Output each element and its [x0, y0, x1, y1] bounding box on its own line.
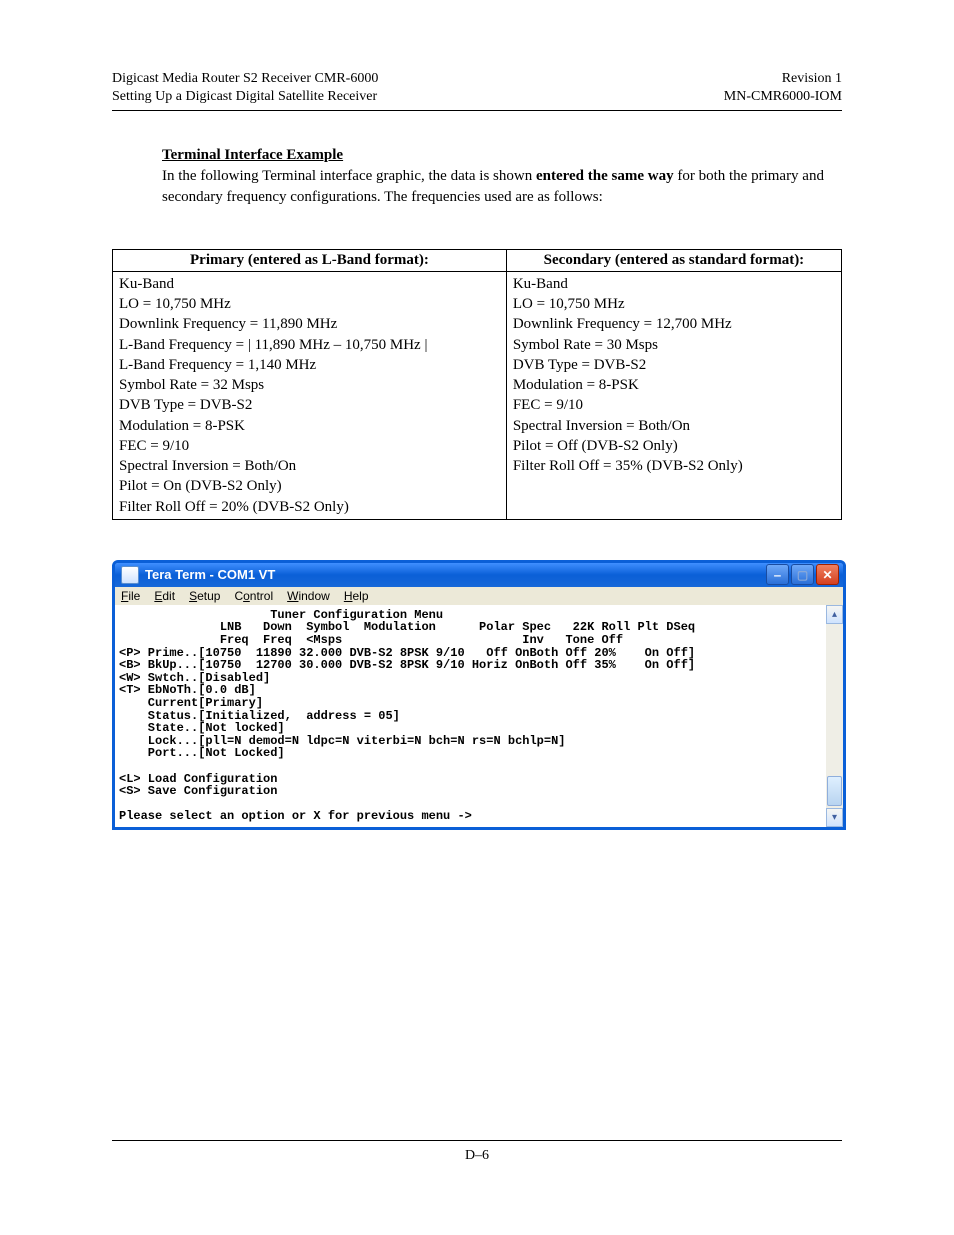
footer-rule	[112, 1140, 842, 1141]
primary-line: Spectral Inversion = Both/On	[119, 456, 500, 476]
primary-header: Primary (entered as L-Band format):	[113, 249, 507, 271]
menu-file[interactable]: File	[121, 589, 140, 603]
scrollbar[interactable]: ▴ ▾	[826, 605, 843, 827]
secondary-line: Modulation = 8-PSK	[513, 375, 835, 395]
primary-line: Ku-Band	[119, 274, 500, 294]
minimize-button[interactable]: ‒	[766, 564, 789, 585]
scroll-thumb[interactable]	[827, 776, 842, 806]
menu-edit[interactable]: Edit	[154, 589, 175, 603]
secondary-cell: Ku-Band LO = 10,750 MHz Downlink Frequen…	[506, 271, 841, 519]
close-button[interactable]: ✕	[816, 564, 839, 585]
window-title: Tera Term - COM1 VT	[145, 567, 766, 582]
secondary-line: FEC = 9/10	[513, 395, 835, 415]
intro-bold: entered the same way	[536, 168, 674, 184]
primary-line: DVB Type = DVB-S2	[119, 395, 500, 415]
primary-line: Filter Roll Off = 20% (DVB-S2 Only)	[119, 497, 500, 517]
secondary-line: LO = 10,750 MHz	[513, 294, 835, 314]
tera-term-window: Tera Term - COM1 VT ‒ ▢ ✕ File Edit Setu…	[112, 560, 846, 830]
menu-window[interactable]: Window	[287, 589, 330, 603]
intro-pre: In the following Terminal interface grap…	[162, 168, 536, 184]
secondary-line: Ku-Band	[513, 274, 835, 294]
page-header: Digicast Media Router S2 Receiver CMR-60…	[112, 70, 842, 106]
terminal-body[interactable]: Tuner Configuration Menu LNB Down Symbol…	[115, 605, 826, 827]
secondary-line: Filter Roll Off = 35% (DVB-S2 Only)	[513, 456, 835, 476]
scroll-track[interactable]	[826, 624, 843, 808]
header-left-line1: Digicast Media Router S2 Receiver CMR-60…	[112, 70, 378, 88]
primary-line: Symbol Rate = 32 Msps	[119, 375, 500, 395]
menu-setup[interactable]: Setup	[189, 589, 220, 603]
primary-line: L-Band Frequency = | 11,890 MHz – 10,750…	[119, 335, 500, 355]
secondary-header: Secondary (entered as standard format):	[506, 249, 841, 271]
primary-line: LO = 10,750 MHz	[119, 294, 500, 314]
page-number: D–6	[112, 1148, 842, 1164]
header-right-line2: MN-CMR6000-IOM	[724, 88, 842, 106]
primary-line: Modulation = 8-PSK	[119, 416, 500, 436]
secondary-line: Pilot = Off (DVB-S2 Only)	[513, 436, 835, 456]
header-left-line2: Setting Up a Digicast Digital Satellite …	[112, 88, 378, 106]
titlebar[interactable]: Tera Term - COM1 VT ‒ ▢ ✕	[115, 563, 843, 587]
scroll-down-button[interactable]: ▾	[826, 808, 843, 827]
header-rule	[112, 110, 842, 111]
primary-line: Downlink Frequency = 11,890 MHz	[119, 314, 500, 334]
secondary-line: Symbol Rate = 30 Msps	[513, 335, 835, 355]
header-right-line1: Revision 1	[724, 70, 842, 88]
maximize-button[interactable]: ▢	[791, 564, 814, 585]
section-title: Terminal Interface Example	[162, 147, 842, 164]
secondary-line: DVB Type = DVB-S2	[513, 355, 835, 375]
menu-help[interactable]: Help	[344, 589, 369, 603]
intro-paragraph: In the following Terminal interface grap…	[162, 166, 842, 207]
menu-control[interactable]: Control	[234, 589, 273, 603]
primary-line: L-Band Frequency = 1,140 MHz	[119, 355, 500, 375]
secondary-line: Spectral Inversion = Both/On	[513, 416, 835, 436]
primary-cell: Ku-Band LO = 10,750 MHz Downlink Frequen…	[113, 271, 507, 519]
primary-line: Pilot = On (DVB-S2 Only)	[119, 476, 500, 496]
scroll-up-button[interactable]: ▴	[826, 605, 843, 624]
app-icon	[121, 566, 139, 584]
primary-line: FEC = 9/10	[119, 436, 500, 456]
secondary-line: Downlink Frequency = 12,700 MHz	[513, 314, 835, 334]
configuration-table: Primary (entered as L-Band format): Seco…	[112, 249, 842, 520]
menu-bar: File Edit Setup Control Window Help	[115, 587, 843, 605]
